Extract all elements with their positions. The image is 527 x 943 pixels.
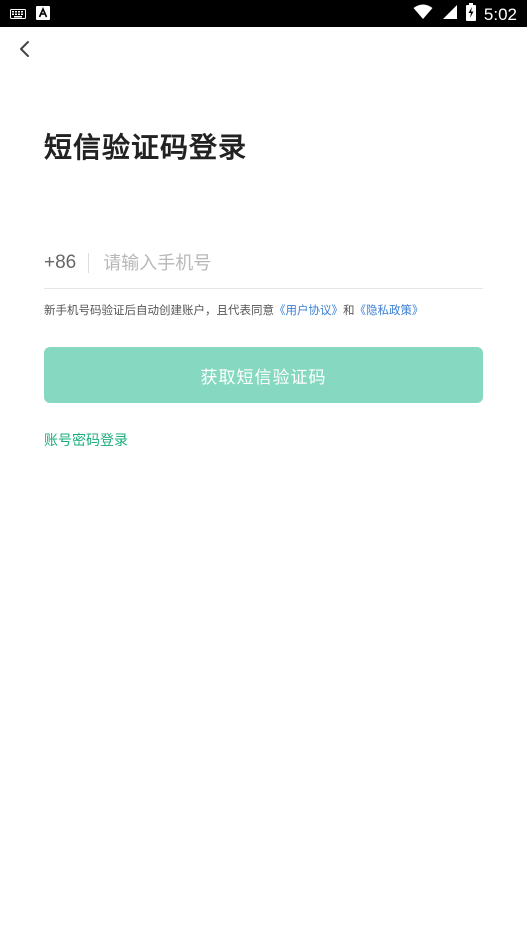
chevron-left-icon <box>18 40 32 62</box>
country-code[interactable]: +86 <box>44 239 76 287</box>
get-code-button[interactable]: 获取短信验证码 <box>44 347 483 403</box>
signal-icon <box>441 4 458 24</box>
back-button[interactable] <box>12 38 38 64</box>
page-title: 短信验证码登录 <box>44 131 248 164</box>
status-bar: 5:02 <box>0 0 527 27</box>
wifi-icon <box>413 4 433 24</box>
agreement-notice: 新手机号码验证后自动创建账户，且代表同意《用户协议》和《隐私政策》 <box>44 301 424 319</box>
notice-text: 新手机号码验证后自动创建账户，且代表同意 <box>44 303 274 317</box>
text-a-icon <box>36 5 50 24</box>
status-left-icons <box>10 5 50 24</box>
keyboard-icon <box>10 5 26 24</box>
status-time: 5:02 <box>483 4 517 24</box>
phone-input-row: +86 <box>44 238 483 289</box>
divider <box>88 253 90 273</box>
password-login-link[interactable]: 账号密码登录 <box>44 431 128 451</box>
user-agreement-link[interactable]: 《用户协议》 <box>274 303 343 317</box>
privacy-policy-link[interactable]: 《隐私政策》 <box>355 303 424 317</box>
notice-and-text: 和 <box>343 303 355 317</box>
status-right-icons: 5:02 <box>413 3 517 25</box>
battery-charging-icon <box>465 3 476 25</box>
phone-input[interactable] <box>103 243 483 283</box>
